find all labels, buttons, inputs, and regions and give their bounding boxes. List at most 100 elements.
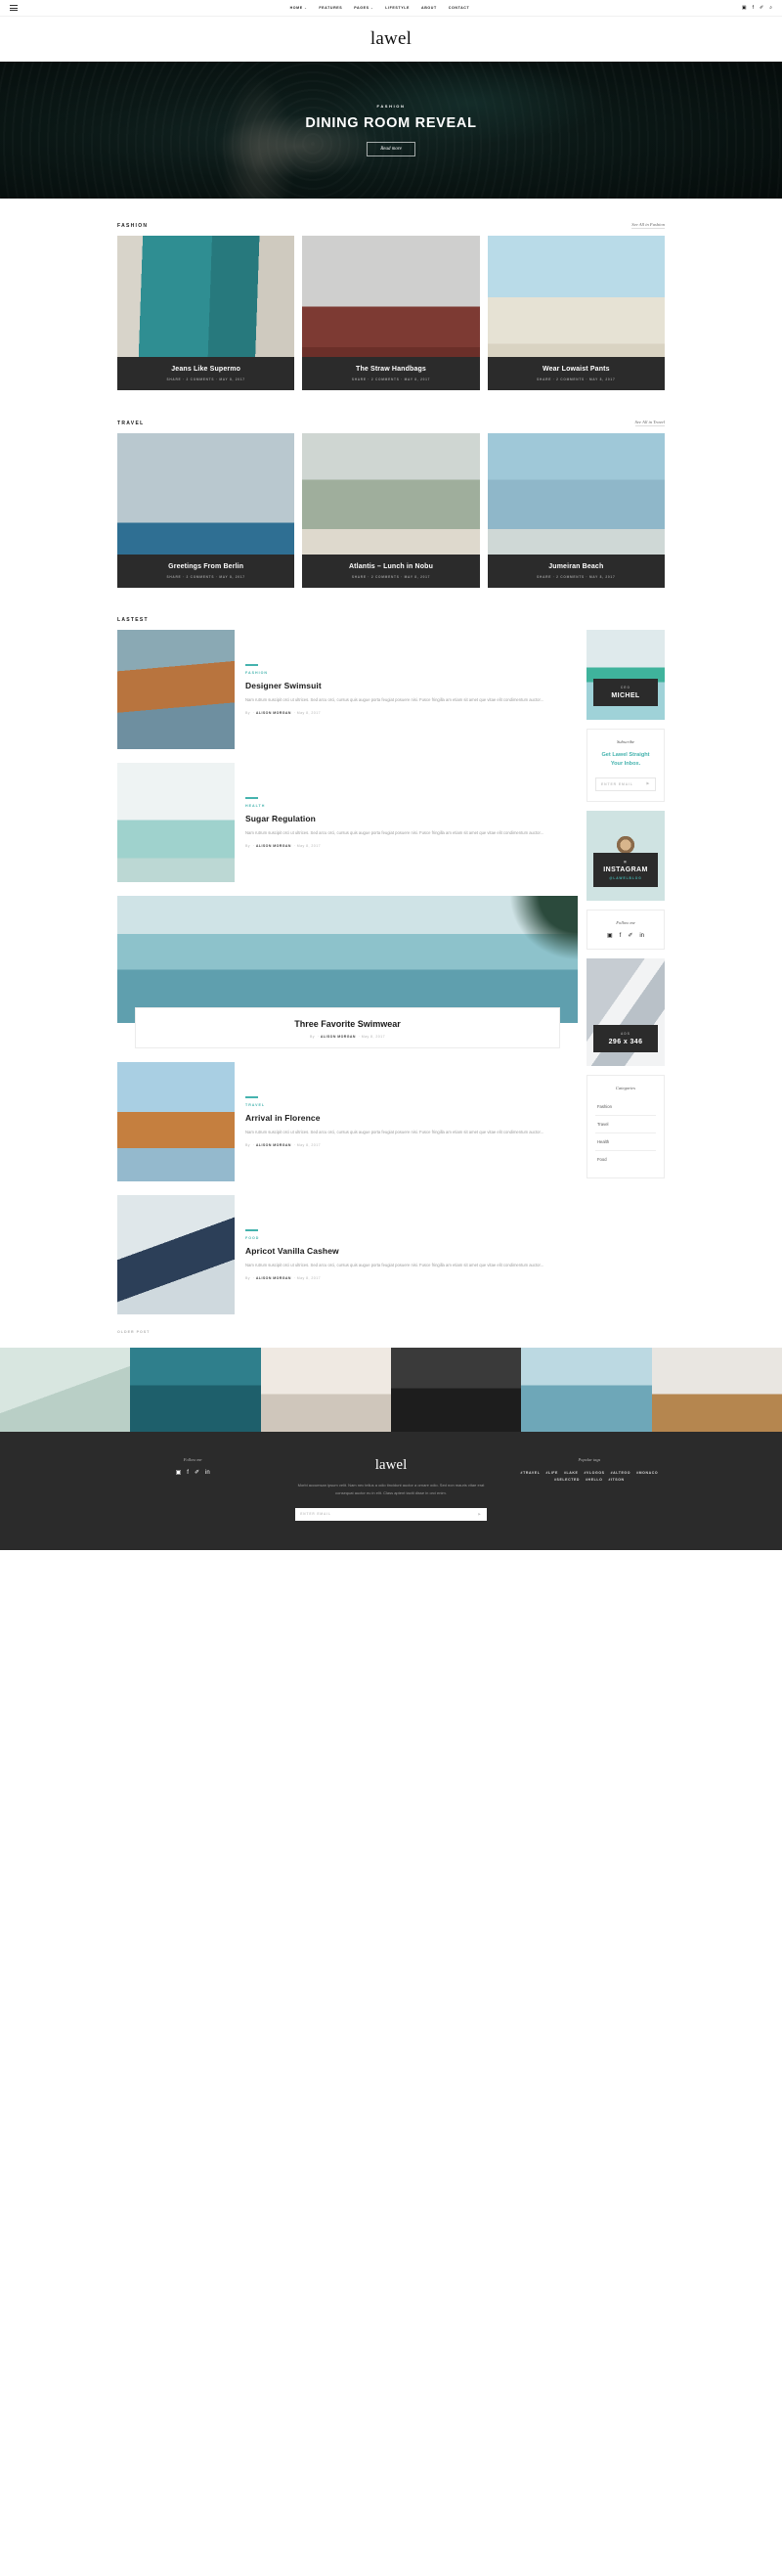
category-item-food[interactable]: Food: [595, 1151, 656, 1168]
card-greetings-from-berlin[interactable]: Greetings From Berlin SHARE · 2 COMMENTS…: [117, 433, 295, 588]
nav-item-contact[interactable]: CONTACT: [449, 6, 470, 10]
section-title: FASHION: [117, 222, 149, 229]
card-wear-lowaist-pants[interactable]: Wear Lowaist Pants SHARE · 2 COMMENTS · …: [487, 236, 665, 390]
twitter-icon[interactable]: ✐: [628, 933, 632, 939]
submit-arrow-icon[interactable]: ▶: [646, 781, 650, 785]
card-atlantis-lunch-in-nobu[interactable]: Atlantis – Lunch in Nobu SHARE · 2 COMME…: [302, 433, 480, 588]
feature-author[interactable]: ALISON MORGAN: [321, 1035, 356, 1039]
post-title[interactable]: Sugar Regulation: [245, 814, 578, 823]
nav-item-pages[interactable]: PAGES ⌄: [354, 6, 373, 10]
linkedin-icon[interactable]: in: [205, 1470, 210, 1476]
nav-label: PAGES: [354, 6, 369, 10]
nav-item-features[interactable]: FEATURES: [319, 6, 342, 10]
tag-hello[interactable]: #HELLO: [586, 1478, 602, 1482]
twitter-icon[interactable]: ✐: [760, 5, 763, 11]
post-category[interactable]: FASHION: [245, 671, 578, 675]
read-more-button[interactable]: Read more: [367, 142, 415, 156]
instagram-photo[interactable]: [0, 1348, 131, 1432]
post-category[interactable]: TRAVEL: [245, 1103, 578, 1107]
subscribe-email-input[interactable]: ENTER EMAIL ▶: [595, 777, 656, 791]
post-designer-swimsuit[interactable]: FASHION Designer Swimsuit Nam rutrum sus…: [117, 630, 578, 749]
post-title[interactable]: Apricot Vanilla Cashew: [245, 1246, 578, 1256]
site-logo[interactable]: lawel: [370, 28, 412, 50]
facebook-icon[interactable]: f: [753, 5, 754, 11]
tag-altego[interactable]: #ALTEGO: [611, 1471, 630, 1475]
author-name: MICHEL: [611, 692, 640, 699]
tag-life[interactable]: #LIFE: [545, 1471, 558, 1475]
post-three-favorite-swimwear[interactable]: Three Favorite Swimwear By · ALISON MORG…: [117, 896, 578, 1048]
nav-item-lifestyle[interactable]: LIFESTYLE: [385, 6, 410, 10]
hero-category[interactable]: FASHION: [377, 104, 406, 109]
post-title[interactable]: Arrival in Florence: [245, 1113, 578, 1123]
site-footer: Follow me ▣ f ✐ in lawel Morbi accumsan …: [0, 1432, 782, 1550]
post-sugar-regulation[interactable]: HEALTH Sugar Regulation Nam rutrum susci…: [117, 763, 578, 882]
linkedin-icon[interactable]: in: [639, 933, 644, 939]
see-all-link-travel[interactable]: See All in Travel: [634, 420, 665, 426]
tag-monaco[interactable]: #MONACO: [636, 1471, 658, 1475]
feature-date: May 8, 2017: [361, 1035, 385, 1039]
footer-logo[interactable]: lawel: [278, 1457, 503, 1474]
instagram-photo[interactable]: [651, 1348, 782, 1432]
instagram-icon[interactable]: ▣: [607, 933, 613, 939]
instagram-image: ▣ INSTAGRAM @LAWELBLOG: [586, 810, 665, 901]
search-icon[interactable]: ⌕: [769, 5, 772, 11]
see-all-link-fashion[interactable]: See All in Fashion: [631, 222, 665, 229]
nav-label: HOME: [289, 6, 303, 10]
category-item-travel[interactable]: Travel: [595, 1116, 656, 1133]
footer-email-input[interactable]: ENTER EMAIL ▶: [295, 1507, 487, 1521]
card-jumeiran-beach[interactable]: Jumeiran Beach SHARE · 2 COMMENTS · MAY …: [487, 433, 665, 588]
section-header-fashion: FASHION See All in Fashion: [117, 222, 665, 236]
tag-lake[interactable]: #LAKE: [564, 1471, 578, 1475]
card-the-straw-handbags[interactable]: The Straw Handbags SHARE · 2 COMMENTS · …: [302, 236, 480, 390]
post-author[interactable]: ALISON MORGAN: [256, 711, 291, 715]
post-excerpt: Nam rutrum suscipit orci ut ultrices. Se…: [245, 1129, 544, 1134]
instagram-photo[interactable]: [521, 1348, 652, 1432]
tag-travel[interactable]: #TRAVEL: [521, 1471, 541, 1475]
categories-heading: Categories: [615, 1085, 636, 1090]
post-apricot-vanilla-cashew[interactable]: FOOD Apricot Vanilla Cashew Nam rutrum s…: [117, 1195, 578, 1314]
hamburger-icon[interactable]: [10, 5, 18, 11]
nav-label: CONTACT: [448, 6, 470, 10]
post-category[interactable]: HEALTH: [245, 804, 578, 808]
palm-overlay: [509, 896, 578, 960]
subscribe-placeholder: ENTER EMAIL: [601, 781, 633, 786]
post-category[interactable]: FOOD: [245, 1236, 578, 1240]
nav-item-about[interactable]: ABOUT: [421, 6, 437, 10]
facebook-icon[interactable]: f: [187, 1470, 189, 1476]
facebook-icon[interactable]: f: [620, 933, 622, 939]
older-post-link[interactable]: OLDER POST: [117, 1330, 578, 1334]
tag-selected[interactable]: #SELECTED: [554, 1478, 580, 1482]
category-item-health[interactable]: Health: [595, 1133, 656, 1151]
tag-vlogos[interactable]: #VLOGOS: [584, 1471, 604, 1475]
widget-ads[interactable]: ADS 296 x 346: [586, 957, 665, 1066]
post-author[interactable]: ALISON MORGAN: [256, 844, 291, 848]
instagram-photo[interactable]: [390, 1348, 522, 1432]
submit-arrow-icon[interactable]: ▶: [478, 1512, 481, 1516]
tag-itson[interactable]: #ITSON: [608, 1478, 624, 1482]
post-arrival-in-florence[interactable]: TRAVEL Arrival in Florence Nam rutrum su…: [117, 1062, 578, 1181]
post-date: May 8, 2017: [296, 710, 321, 715]
instagram-photo[interactable]: [260, 1348, 391, 1432]
footer-follow: Follow me ▣ f ✐ in: [117, 1457, 268, 1476]
twitter-icon[interactable]: ✐: [195, 1470, 199, 1476]
instagram-icon[interactable]: ▣: [742, 5, 747, 11]
subscribe-lead: Get Lawel Straight Your Inbox.: [601, 752, 650, 767]
card-jeans-like-supermo[interactable]: Jeans Like Supermo SHARE · 2 COMMENTS · …: [117, 236, 295, 390]
card-title: Jeans Like Supermo: [171, 366, 241, 373]
instagram-icon[interactable]: ▣: [176, 1470, 182, 1476]
instagram-photo[interactable]: [130, 1348, 261, 1432]
author-role: CEO: [620, 686, 631, 689]
nav-item-home[interactable]: HOME ⌄: [290, 6, 308, 10]
post-date: May 8, 2017: [296, 843, 321, 848]
post-author[interactable]: ALISON MORGAN: [256, 1276, 291, 1280]
widget-follow: Follow me ▣ f ✐ in: [586, 909, 665, 950]
feature-title[interactable]: Three Favorite Swimwear: [146, 1019, 549, 1029]
hero-title[interactable]: DINING ROOM REVEAL: [305, 115, 476, 131]
post-title[interactable]: Designer Swimsuit: [245, 681, 578, 690]
widget-instagram[interactable]: ▣ INSTAGRAM @LAWELBLOG: [586, 810, 665, 901]
nav-label: FEATURES: [319, 6, 343, 10]
post-byline: By · ALISON MORGAN · May 8, 2017: [245, 1275, 321, 1280]
post-author[interactable]: ALISON MORGAN: [256, 1143, 291, 1147]
post-thumbnail: [117, 630, 235, 749]
category-item-fashion[interactable]: Fashion: [595, 1098, 656, 1116]
